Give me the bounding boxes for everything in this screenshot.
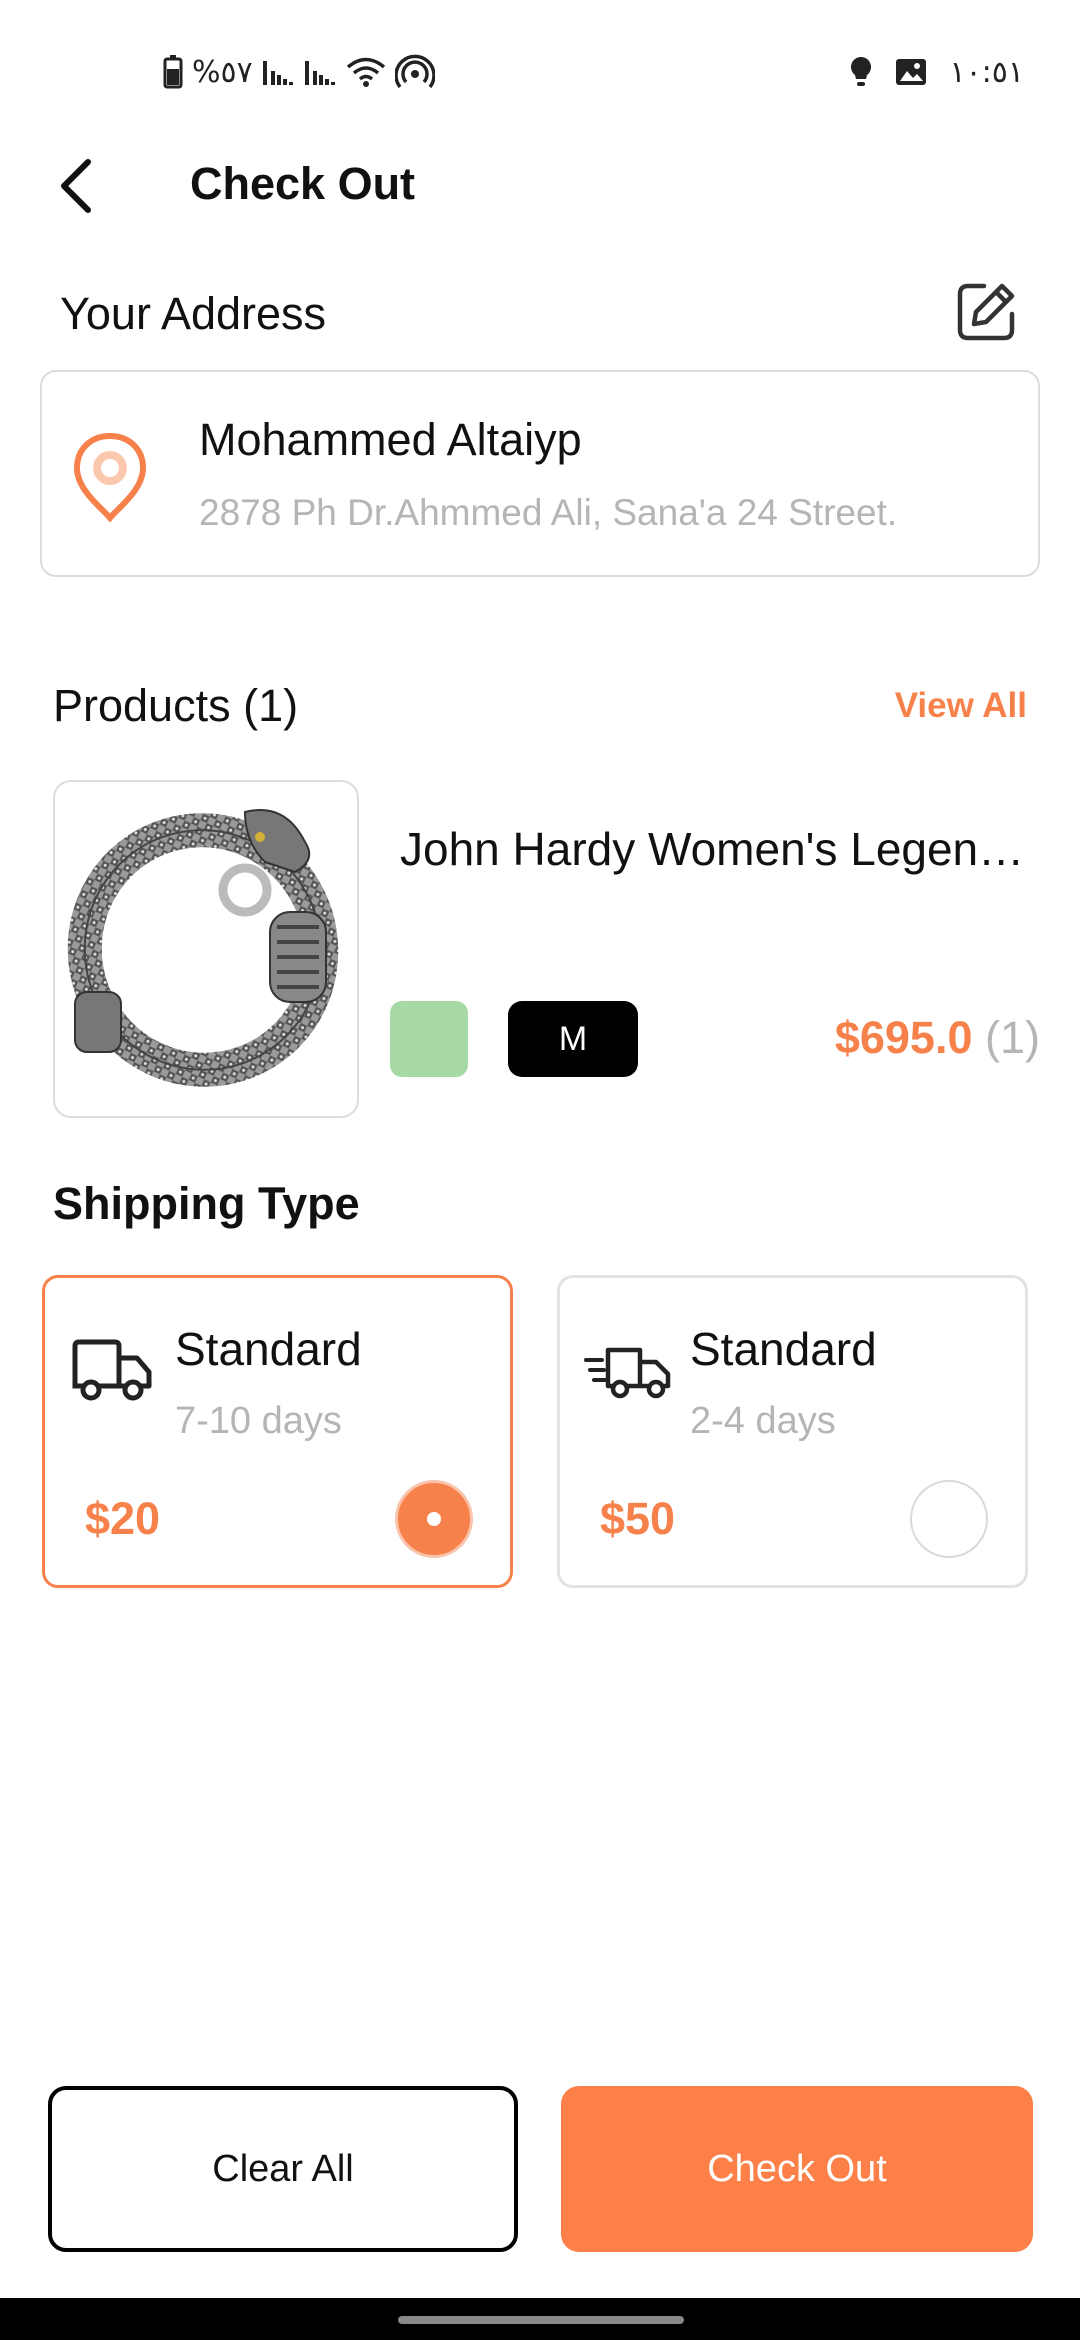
shipping-radio-selected[interactable] xyxy=(395,1480,473,1558)
product-image[interactable] xyxy=(53,780,359,1118)
shipping-option-price: $20 xyxy=(85,1493,161,1544)
clear-all-button[interactable]: Clear All xyxy=(48,2086,518,2252)
shipping-section-title: Shipping Type xyxy=(53,1178,360,1229)
bulb-icon xyxy=(851,57,872,86)
address-section-title: Your Address xyxy=(60,288,327,339)
shipping-option-name: Standard xyxy=(175,1323,362,1375)
products-section-title: Products (1) xyxy=(53,680,299,731)
battery-icon xyxy=(163,55,183,89)
location-pin-icon xyxy=(73,432,147,522)
image-icon xyxy=(896,59,927,85)
truck-icon xyxy=(72,1339,152,1401)
back-button[interactable] xyxy=(44,150,108,222)
bracelet-image xyxy=(67,809,339,1087)
product-price: $695.0 xyxy=(834,1012,973,1063)
status-bar: %٥٧ ١٠:٥١ xyxy=(0,0,1080,140)
shipping-option-standard-selected[interactable]: Standard 7-10 days $20 xyxy=(42,1275,513,1588)
color-swatch xyxy=(390,1001,468,1077)
shipping-option-name: Standard xyxy=(690,1323,877,1375)
system-nav-bar xyxy=(0,2298,1080,2340)
product-name[interactable]: John Hardy Women's Legen… xyxy=(400,822,1035,876)
address-line: 2878 Ph Dr.Ahmmed Ali, Sana'a 24 Street. xyxy=(199,492,898,533)
shipping-option-days: 7-10 days xyxy=(175,1400,342,1442)
page-title: Check Out xyxy=(190,158,416,209)
address-card[interactable]: Mohammed Altaiyp 2878 Ph Dr.Ahmmed Ali, … xyxy=(40,370,1040,577)
edit-address-button[interactable] xyxy=(954,280,1018,344)
signal-icon xyxy=(262,61,293,85)
size-chip: M xyxy=(508,1001,638,1077)
status-clock: ١٠:٥١ xyxy=(949,54,1024,90)
address-name: Mohammed Altaiyp xyxy=(199,414,582,465)
shipping-radio-unselected[interactable] xyxy=(910,1480,988,1558)
arrow-left-icon xyxy=(61,159,91,213)
check-out-button[interactable]: Check Out xyxy=(561,2086,1033,2252)
home-handle[interactable] xyxy=(398,2316,684,2324)
shipping-option-price: $50 xyxy=(600,1493,676,1544)
fast-truck-icon xyxy=(584,1347,671,1399)
product-quantity: (1) xyxy=(985,1012,1040,1063)
battery-text: %٥٧ xyxy=(192,54,253,90)
status-left: %٥٧ xyxy=(162,52,435,92)
shipping-option-days: 2-4 days xyxy=(690,1400,836,1442)
edit-pencil-icon xyxy=(957,283,1015,341)
hotspot-icon xyxy=(394,54,435,89)
status-right: ١٠:٥١ xyxy=(849,52,1024,92)
product-price-line: $695.0 (1) xyxy=(835,1012,1040,1064)
view-all-link[interactable]: View All xyxy=(895,686,1027,726)
signal-icon-2 xyxy=(304,61,335,85)
wifi-icon xyxy=(346,57,385,87)
shipping-option-standard[interactable]: Standard 2-4 days $50 xyxy=(557,1275,1028,1588)
